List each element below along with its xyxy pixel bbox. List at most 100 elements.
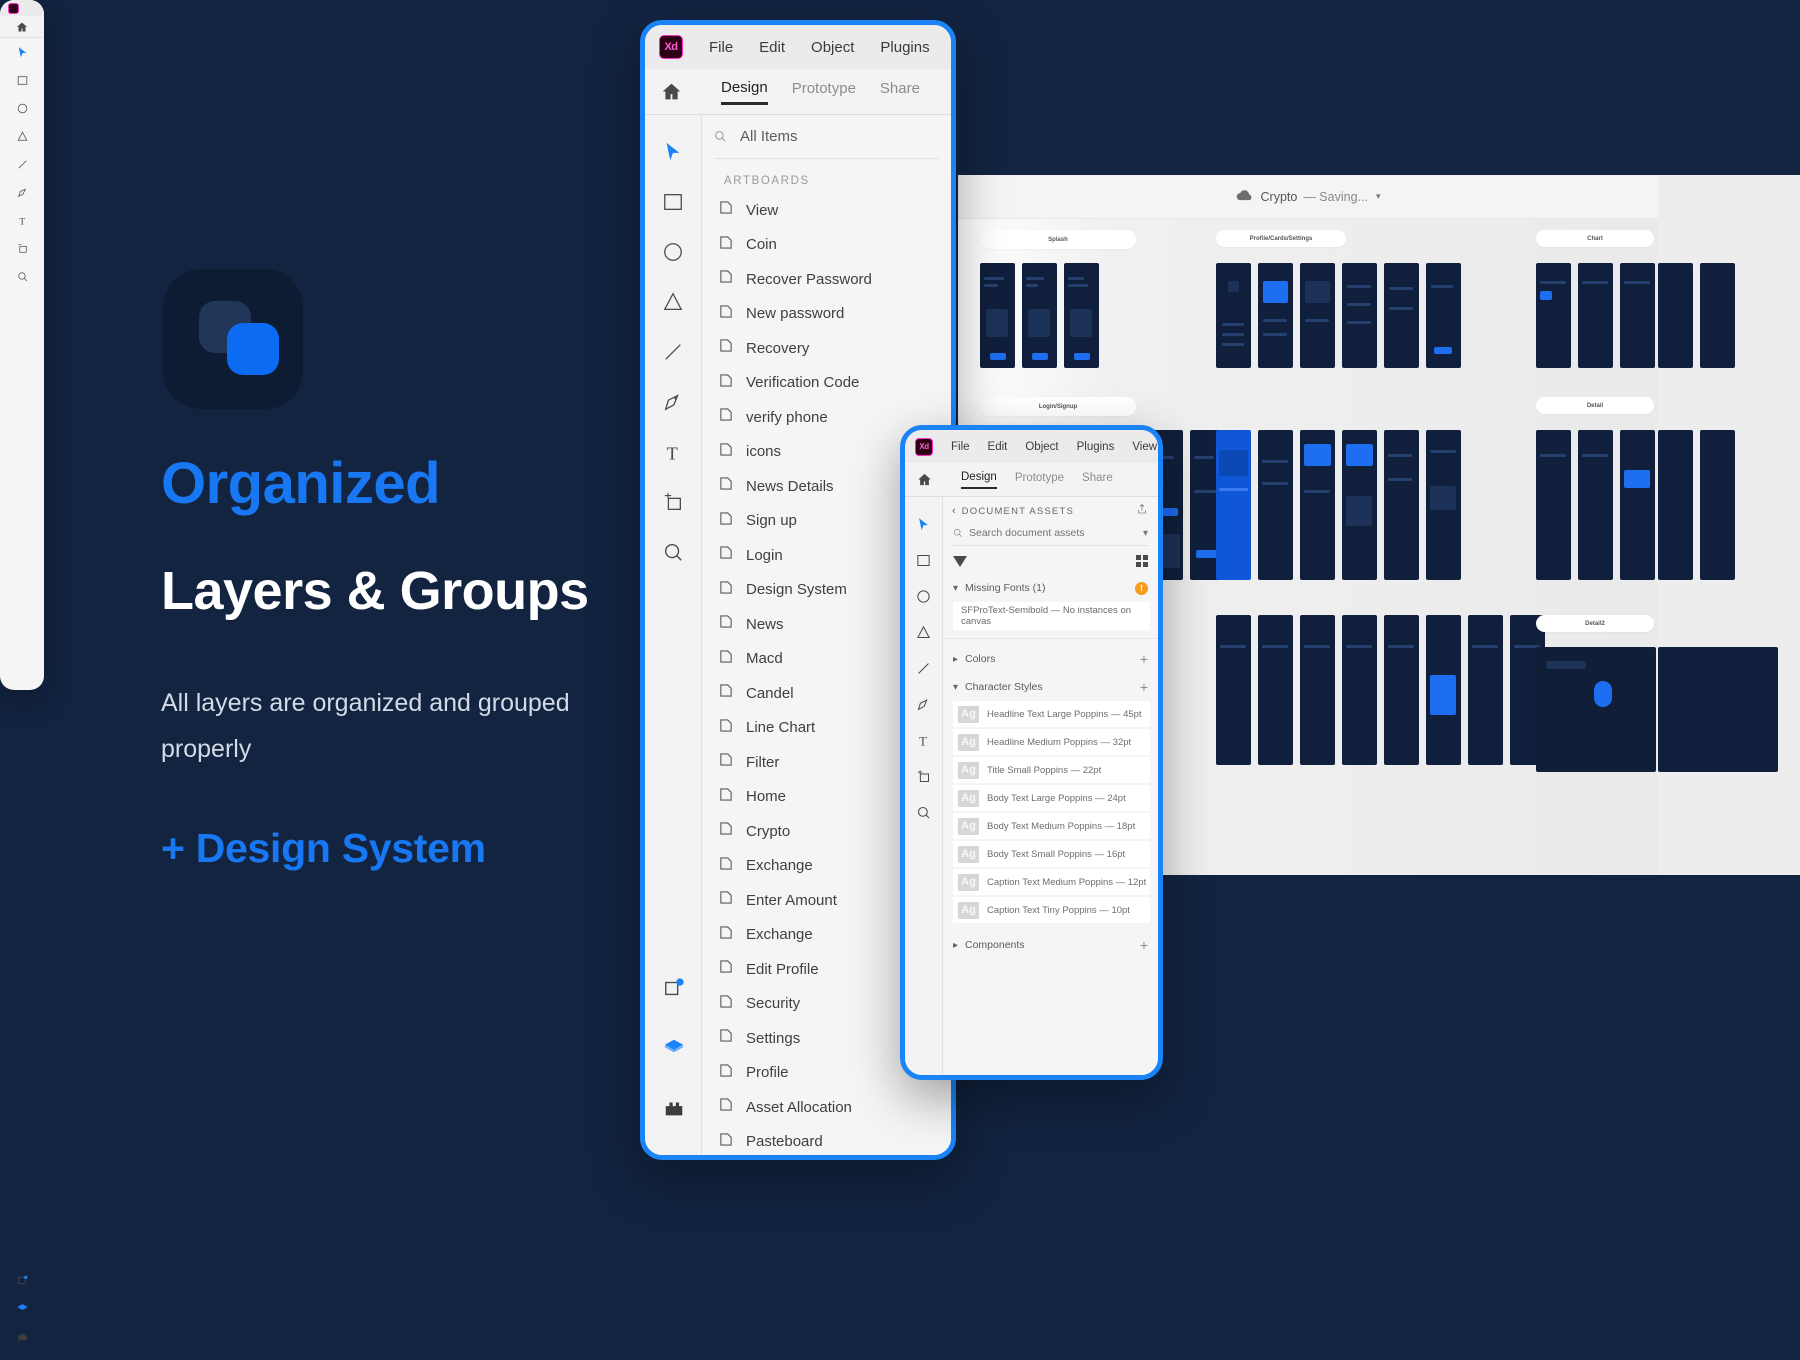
- artboard-thumb[interactable]: [1216, 615, 1251, 765]
- artboard-thumb[interactable]: ...: [980, 263, 1015, 368]
- add-color-button[interactable]: +: [1140, 652, 1148, 666]
- group-colors[interactable]: ▸ Colors +: [943, 647, 1158, 671]
- layer-row[interactable]: Pasteboard: [702, 1125, 951, 1156]
- polygon-tool[interactable]: [660, 289, 686, 315]
- artboard-thumb[interactable]: [1300, 263, 1335, 368]
- artboard-thumb[interactable]: [1426, 263, 1461, 368]
- assets-search-input[interactable]: Search document assets: [969, 527, 1085, 539]
- grid-view-icon[interactable]: [1136, 555, 1148, 567]
- layer-row[interactable]: Recovery: [702, 331, 951, 366]
- layer-row[interactable]: View: [702, 193, 951, 228]
- tab-design[interactable]: Design: [721, 79, 768, 105]
- chevron-down-icon[interactable]: ▾: [1376, 191, 1381, 202]
- pen-tool[interactable]: [660, 389, 686, 415]
- menu-plugins[interactable]: Plugins: [880, 39, 929, 56]
- tab-prototype[interactable]: Prototype: [792, 80, 856, 103]
- pen-tool[interactable]: [0, 178, 44, 206]
- character-style-row[interactable]: Ag Headline Medium Poppins — 32pt: [953, 729, 1150, 755]
- artboard-thumb[interactable]: [1258, 263, 1293, 368]
- add-character-style-button[interactable]: +: [1140, 680, 1148, 694]
- layer-row[interactable]: Coin: [702, 228, 951, 263]
- group-components[interactable]: ▸ Components +: [943, 933, 1158, 957]
- line-tool[interactable]: [660, 339, 686, 365]
- artboard-thumb[interactable]: [1384, 615, 1419, 765]
- zoom-tool[interactable]: [660, 539, 686, 565]
- home-icon[interactable]: [645, 81, 697, 102]
- select-tool[interactable]: [0, 38, 44, 66]
- export-icon[interactable]: [1136, 502, 1148, 520]
- add-component-button[interactable]: +: [1140, 938, 1148, 952]
- missing-font-item[interactable]: SFProText-Semibold — No instances on can…: [953, 602, 1150, 630]
- artboard-thumb[interactable]: [1258, 430, 1293, 580]
- artboard-thumb[interactable]: [1536, 647, 1656, 772]
- select-tool[interactable]: [915, 515, 933, 533]
- artboard-thumb[interactable]: [1658, 647, 1778, 772]
- tab-share[interactable]: Share: [880, 80, 920, 103]
- layers-search-input[interactable]: All Items: [740, 128, 798, 145]
- artboard-tool[interactable]: [0, 234, 44, 262]
- layer-row[interactable]: Asset Allocation: [702, 1090, 951, 1125]
- line-tool[interactable]: [915, 659, 933, 677]
- artboard-thumb[interactable]: [1578, 263, 1613, 368]
- rectangle-tool[interactable]: [660, 189, 686, 215]
- polygon-tool[interactable]: [0, 122, 44, 150]
- character-style-row[interactable]: Ag Body Text Medium Poppins — 18pt: [953, 813, 1150, 839]
- rectangle-tool[interactable]: [915, 551, 933, 569]
- text-tool[interactable]: T: [0, 206, 44, 234]
- character-style-row[interactable]: Ag Caption Text Tiny Poppins — 10pt: [953, 897, 1150, 923]
- menu-object[interactable]: Object: [811, 39, 854, 56]
- select-tool[interactable]: [660, 139, 686, 165]
- artboard-thumb[interactable]: [1064, 263, 1099, 368]
- ellipse-tool[interactable]: [915, 587, 933, 605]
- layers-search-row[interactable]: All Items: [714, 115, 939, 159]
- artboard-thumb[interactable]: [1342, 263, 1377, 368]
- menu-view[interactable]: View: [1132, 441, 1157, 453]
- artboard-thumb[interactable]: [1658, 263, 1693, 368]
- ellipse-tool[interactable]: [660, 239, 686, 265]
- text-tool[interactable]: T: [915, 731, 933, 749]
- layer-row[interactable]: New password: [702, 297, 951, 332]
- plugins-panel-icon[interactable]: [661, 1095, 687, 1121]
- zoom-tool[interactable]: [915, 803, 933, 821]
- character-style-row[interactable]: Ag Headline Text Large Poppins — 45pt: [953, 701, 1150, 727]
- artboard-thumb[interactable]: [1620, 430, 1655, 580]
- artboard-thumb[interactable]: [1700, 263, 1735, 368]
- artboard-thumb[interactable]: [1342, 430, 1377, 580]
- character-style-row[interactable]: Ag Caption Text Medium Poppins — 12pt: [953, 869, 1150, 895]
- artboard-thumb[interactable]: [1384, 430, 1419, 580]
- artboard-thumb[interactable]: [1536, 430, 1571, 580]
- artboard-thumb[interactable]: [1216, 430, 1251, 580]
- artboard-tool[interactable]: [915, 767, 933, 785]
- artboard-thumb[interactable]: [1022, 263, 1057, 368]
- artboard-tool[interactable]: [660, 489, 686, 515]
- artboard-thumb[interactable]: [1658, 430, 1693, 580]
- components-library-icon[interactable]: [661, 975, 687, 1001]
- artboard-thumb[interactable]: [1300, 430, 1335, 580]
- artboard-thumb[interactable]: [1384, 263, 1419, 368]
- pen-tool[interactable]: [915, 695, 933, 713]
- text-tool[interactable]: T: [660, 439, 686, 465]
- character-style-row[interactable]: Ag Body Text Large Poppins — 24pt: [953, 785, 1150, 811]
- menu-file[interactable]: File: [951, 441, 970, 453]
- back-chevron-icon[interactable]: ‹: [952, 505, 956, 517]
- menu-edit[interactable]: Edit: [988, 441, 1008, 453]
- artboard-thumb[interactable]: [1700, 430, 1735, 580]
- menu-object[interactable]: Object: [1025, 441, 1058, 453]
- artboard-thumb[interactable]: [1258, 615, 1293, 765]
- character-style-row[interactable]: Ag Title Small Poppins — 22pt: [953, 757, 1150, 783]
- artboard-thumb[interactable]: [1342, 615, 1377, 765]
- ellipse-tool[interactable]: [0, 94, 44, 122]
- tab-share[interactable]: Share: [1082, 472, 1113, 488]
- polygon-tool[interactable]: [915, 623, 933, 641]
- group-missing-fonts[interactable]: ▾ Missing Fonts (1) !: [943, 576, 1158, 600]
- menu-plugins[interactable]: Plugins: [1077, 441, 1115, 453]
- filter-icon[interactable]: [953, 555, 967, 567]
- artboard-thumb[interactable]: [1300, 615, 1335, 765]
- artboard-thumb[interactable]: [1620, 263, 1655, 368]
- character-style-row[interactable]: Ag Body Text Small Poppins — 16pt: [953, 841, 1150, 867]
- zoom-tool[interactable]: [0, 262, 44, 290]
- artboard-thumb[interactable]: [1536, 263, 1571, 368]
- home-icon[interactable]: [905, 472, 943, 487]
- artboard-thumb[interactable]: [1468, 615, 1503, 765]
- artboard-thumb[interactable]: [1578, 430, 1613, 580]
